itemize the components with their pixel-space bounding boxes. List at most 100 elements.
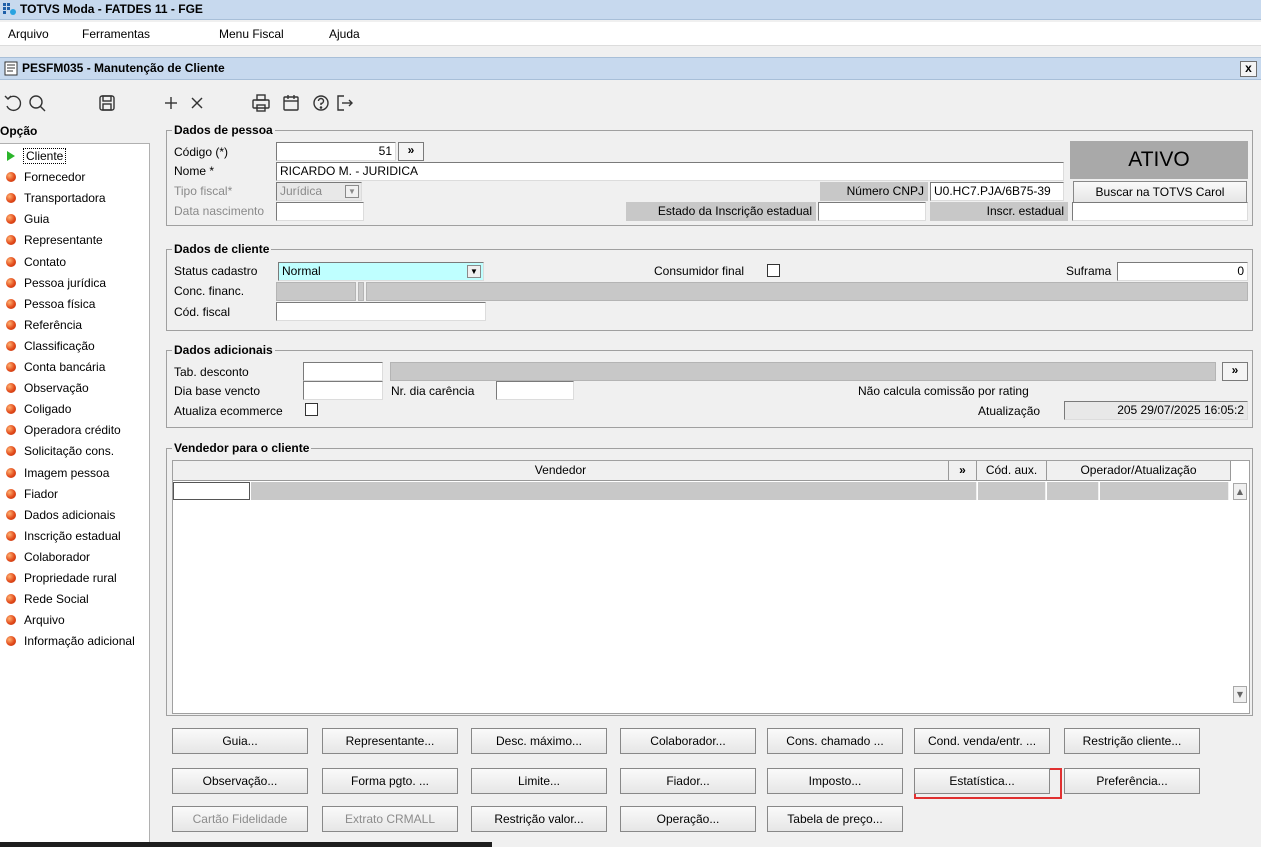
action-button[interactable]: Desc. máximo... — [471, 728, 607, 754]
tab-desconto-field[interactable] — [303, 362, 383, 381]
print-icon[interactable] — [250, 92, 272, 114]
option-item[interactable]: Fiador — [0, 484, 149, 505]
close-button[interactable]: x — [1240, 61, 1257, 77]
option-item[interactable]: Imagem pessoa — [0, 463, 149, 484]
action-button[interactable]: Forma pgto. ... — [322, 768, 458, 794]
option-item[interactable]: Observação — [0, 378, 149, 399]
options-title: Opção — [0, 124, 38, 138]
help-icon[interactable] — [310, 92, 332, 114]
vendedor-table: Vendedor » Cód. aux. Operador/Atualizaçã… — [172, 460, 1250, 714]
estado-inscricao-field[interactable] — [818, 202, 926, 221]
chevron-down-icon: ▼ — [467, 265, 481, 278]
option-item[interactable]: Pessoa jurídica — [0, 273, 149, 294]
vendedor-cell-operador — [1047, 482, 1099, 500]
bullet-icon — [6, 235, 16, 246]
cnpj-label: Número CNPJ — [820, 182, 928, 201]
tipo-fiscal-select[interactable]: Jurídica ▼ — [276, 182, 362, 201]
comissao-rating-label: Não calcula comissão por rating — [858, 384, 1029, 398]
data-nascimento-field[interactable] — [276, 202, 364, 221]
action-button[interactable]: Cond. venda/entr. ... — [914, 728, 1050, 754]
option-item[interactable]: Referência — [0, 315, 149, 336]
nome-field[interactable]: RICARDO M. - JURIDICA — [276, 162, 1064, 181]
option-item[interactable]: Rede Social — [0, 589, 149, 610]
action-button[interactable]: Estatística... — [914, 768, 1050, 794]
option-item[interactable]: Cliente — [0, 146, 149, 167]
scroll-down-button[interactable]: ▼ — [1233, 686, 1247, 703]
action-button[interactable]: Restrição cliente... — [1064, 728, 1200, 754]
action-button[interactable]: Guia... — [172, 728, 308, 754]
menu-arquivo[interactable]: Arquivo — [8, 27, 49, 41]
option-item[interactable]: Transportadora — [0, 188, 149, 209]
buscar-totvs-carol-button[interactable]: Buscar na TOTVS Carol — [1073, 181, 1247, 203]
search-icon[interactable] — [26, 92, 48, 114]
column-lookup[interactable]: » — [949, 461, 977, 481]
menu-ajuda[interactable]: Ajuda — [329, 27, 360, 41]
cnpj-field[interactable]: U0.HC7.PJA/6B75-39 — [930, 182, 1064, 201]
action-button[interactable]: Representante... — [322, 728, 458, 754]
action-button[interactable]: Cartão Fidelidade — [172, 806, 308, 832]
option-item[interactable]: Conta bancária — [0, 357, 149, 378]
menu-fiscal[interactable]: Menu Fiscal — [219, 27, 284, 41]
option-item[interactable]: Fornecedor — [0, 167, 149, 188]
add-icon[interactable] — [160, 92, 182, 114]
codigo-lookup-button[interactable]: » — [398, 142, 424, 161]
option-item[interactable]: Informação adicional — [0, 631, 149, 652]
option-item[interactable]: Dados adicionais — [0, 505, 149, 526]
conc-financ-description — [366, 282, 1248, 301]
option-item[interactable]: Contato — [0, 252, 149, 273]
tab-desconto-lookup-button[interactable]: » — [1222, 362, 1248, 381]
menu-ferramentas[interactable]: Ferramentas — [82, 27, 150, 41]
conc-financ-field[interactable] — [276, 282, 356, 301]
option-item[interactable]: Pessoa física — [0, 294, 149, 315]
action-button[interactable]: Fiador... — [620, 768, 756, 794]
option-item[interactable]: Propriedade rural — [0, 568, 149, 589]
option-item[interactable]: Colaborador — [0, 547, 149, 568]
dia-base-field[interactable] — [303, 381, 383, 400]
option-item[interactable]: Inscrição estadual — [0, 526, 149, 547]
column-cod-aux[interactable]: Cód. aux. — [977, 461, 1047, 481]
chevron-down-icon: ▼ — [345, 185, 359, 198]
atualizacao-label: Atualização — [978, 404, 1041, 418]
action-button[interactable]: Operação... — [620, 806, 756, 832]
bullet-icon — [6, 530, 16, 541]
save-icon[interactable] — [96, 92, 118, 114]
atualiza-ecommerce-checkbox[interactable] — [305, 403, 318, 416]
app-title-bar: TOTVS Moda - FATDES 11 - FGE — [0, 0, 1261, 20]
scroll-up-button[interactable]: ▲ — [1233, 483, 1247, 500]
codigo-field[interactable]: 51 — [276, 142, 396, 161]
suframa-field[interactable]: 0 — [1117, 262, 1248, 281]
option-item[interactable]: Arquivo — [0, 610, 149, 631]
option-item[interactable]: Coligado — [0, 399, 149, 420]
option-item[interactable]: Representante — [0, 230, 149, 251]
cod-fiscal-field[interactable] — [276, 302, 486, 321]
atualizacao-field: 205 29/07/2025 16:05:2 — [1064, 401, 1248, 420]
option-item[interactable]: Solicitação cons. — [0, 441, 149, 462]
action-button[interactable]: Extrato CRMALL — [322, 806, 458, 832]
action-button[interactable]: Limite... — [471, 768, 607, 794]
action-button[interactable]: Preferência... — [1064, 768, 1200, 794]
action-button[interactable]: Colaborador... — [620, 728, 756, 754]
carencia-field[interactable] — [496, 381, 574, 400]
action-button[interactable]: Imposto... — [767, 768, 903, 794]
exit-icon[interactable] — [334, 92, 356, 114]
option-item[interactable]: Operadora crédito — [0, 420, 149, 441]
calendar-icon[interactable] — [280, 92, 302, 114]
consumidor-final-checkbox[interactable] — [767, 264, 780, 277]
status-cadastro-select[interactable]: Normal ▼ — [278, 262, 484, 281]
delete-icon[interactable] — [186, 92, 208, 114]
option-label: Colaborador — [24, 549, 91, 564]
action-button[interactable]: Observação... — [172, 768, 308, 794]
inscricao-estadual-field[interactable] — [1072, 202, 1248, 221]
column-vendedor[interactable]: Vendedor — [173, 461, 949, 481]
option-item[interactable]: Guia — [0, 209, 149, 230]
action-button[interactable]: Restrição valor... — [471, 806, 607, 832]
action-button[interactable]: Cons. chamado ... — [767, 728, 903, 754]
option-label: Arquivo — [24, 613, 65, 628]
vendedor-cell-input[interactable] — [173, 482, 250, 500]
action-button[interactable]: Tabela de preço... — [767, 806, 903, 832]
option-label: Guia — [24, 212, 50, 227]
column-operador-atualizacao[interactable]: Operador/Atualização — [1047, 461, 1231, 481]
option-item[interactable]: Classificação — [0, 336, 149, 357]
undo-icon[interactable] — [2, 92, 24, 114]
bullet-icon — [6, 425, 16, 436]
